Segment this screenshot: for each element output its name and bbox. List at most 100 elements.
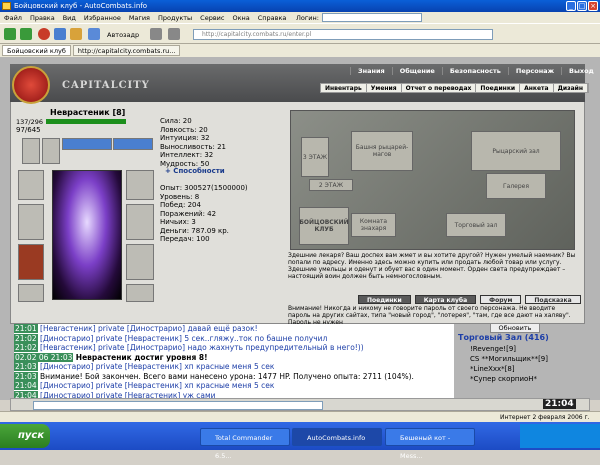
menu-file[interactable]: Файл <box>4 14 22 22</box>
list-item[interactable]: !Revenge![9] <box>470 344 585 354</box>
refresh-button[interactable]: Обновить <box>490 323 540 333</box>
club-map: 3 ЭТАЖ Башня рыцарей-магов Рыцарский зал… <box>290 110 575 250</box>
stat-agility: Ловкость: 20 <box>160 125 208 134</box>
room-mage-tower[interactable]: Башня рыцарей-магов <box>351 131 413 171</box>
autofill-button[interactable]: Автозадр <box>107 31 139 39</box>
app-icon <box>2 2 11 10</box>
list-item[interactable]: CS **Могильщик**[9] <box>470 354 585 364</box>
menu-windows[interactable]: Окна <box>232 14 249 22</box>
back-icon[interactable] <box>4 28 16 40</box>
belt-slot[interactable] <box>18 284 44 302</box>
stats-list: Сила: 20 Ловкость: 20 Интуиция: 32 Вынос… <box>160 117 226 168</box>
zone-label: Интернет 2 февраля 2006 г. <box>500 414 590 421</box>
chat-input[interactable] <box>33 401 323 410</box>
task-total-commander[interactable]: Total Commander 6.5... <box>200 428 290 460</box>
chat-line: 21:02 [Диностарио] private [Неврастеник]… <box>14 333 328 343</box>
nav-character[interactable]: Персонаж <box>507 67 561 75</box>
room-fight-club[interactable]: БОЙЦОВСКИЙ КЛУБ <box>299 207 349 245</box>
room-gallery[interactable]: Галерея <box>486 173 546 199</box>
print-icon[interactable] <box>150 28 162 40</box>
subnav-design[interactable]: Дизайн <box>554 84 589 92</box>
menu-edit[interactable]: Правка <box>30 14 55 22</box>
armor-slot[interactable] <box>18 204 44 240</box>
room-knights-hall[interactable]: Рыцарский зал <box>471 131 561 171</box>
minimize-button[interactable]: _ <box>566 1 576 11</box>
room-trade-hall[interactable]: Торговый зал <box>446 213 506 237</box>
nav-exit[interactable]: Выход <box>561 67 600 75</box>
nav-chat[interactable]: Общение <box>391 67 442 75</box>
subnav-fights[interactable]: Поединки <box>476 84 521 92</box>
user-list: !Revenge![9] CS **Могильщик**[9] *LineXx… <box>470 344 585 384</box>
helmet-slot[interactable] <box>22 138 40 164</box>
subnav-skills[interactable]: Умения <box>367 84 402 92</box>
boots-slot[interactable] <box>126 284 154 302</box>
task-autocombats[interactable]: AutoCombats.info <box>292 428 382 446</box>
subnav-transfers[interactable]: Отчет о переводах <box>402 84 477 92</box>
menu-tools[interactable]: Сервис <box>200 14 224 22</box>
chat-input-bar <box>10 398 590 411</box>
stat-losses: Поражений: 42 <box>160 209 217 218</box>
menu-favorites[interactable]: Избранное <box>84 14 121 22</box>
spell-slot[interactable] <box>62 138 112 150</box>
home-icon[interactable] <box>70 28 82 40</box>
stat-experience: Опыт: 300527(1500000) <box>160 184 248 192</box>
stat-wins: Побед: 204 <box>160 201 201 209</box>
nav-knowledge[interactable]: Знания <box>350 67 392 75</box>
chat-log[interactable]: 21:01 [Невrастеник] private [Динострарио… <box>14 324 454 400</box>
pants-slot[interactable] <box>126 244 154 280</box>
site-brand: CAPITALCITY <box>62 80 150 91</box>
character-avatar[interactable] <box>52 170 122 300</box>
menu-magic[interactable]: Магия <box>129 14 150 22</box>
mana-bar: 97/645 <box>16 126 126 134</box>
start-button[interactable]: пуск <box>0 424 50 448</box>
shield-slot[interactable] <box>126 204 154 240</box>
room-3rd-floor[interactable]: 3 ЭТАЖ <box>301 137 329 177</box>
tab-fight-club[interactable]: Бойцовский клуб <box>2 45 71 56</box>
forward-icon[interactable] <box>20 28 32 40</box>
stat-level: Уровень: 8 <box>160 192 200 201</box>
subnav-profile[interactable]: Анкета <box>520 84 554 92</box>
close-button[interactable]: × <box>588 1 598 11</box>
stat-intuition: Интуиция: 32 <box>160 134 210 142</box>
spell-slot-2[interactable] <box>113 138 153 150</box>
nav-security[interactable]: Безопасность <box>441 67 508 75</box>
menu-help[interactable]: Справка <box>258 14 287 22</box>
favorites-icon[interactable] <box>88 28 100 40</box>
hp-value: 137/296 <box>16 118 44 126</box>
room-2nd-floor[interactable]: 2 ЭТАЖ <box>309 179 353 191</box>
weapon-slot[interactable] <box>18 170 44 200</box>
hint-button[interactable]: Подсказка <box>525 295 581 304</box>
menu-products[interactable]: Продукты <box>158 14 192 22</box>
abilities-link[interactable]: + Способности <box>165 167 225 175</box>
task-messenger[interactable]: Бешеный кот - Mess... <box>385 428 475 460</box>
maximize-button[interactable]: □ <box>577 1 587 11</box>
stat-strength: Сила: 20 <box>160 117 192 125</box>
sub-nav: Инвентарь Умения Отчет о переводах Поеди… <box>320 83 590 93</box>
character-name[interactable]: Неврастеник [8] <box>50 108 125 117</box>
refresh-icon[interactable] <box>54 28 66 40</box>
subnav-inventory[interactable]: Инвентарь <box>321 84 367 92</box>
club-map-button[interactable]: Карта клуба <box>414 295 477 304</box>
system-tray <box>520 424 600 448</box>
chat-line: 21:04 [Диностарио] private [Неврастеник]… <box>14 381 275 390</box>
list-item[interactable]: *LineXxx*[8] <box>470 364 585 374</box>
logo-icon <box>12 66 50 104</box>
room-healer[interactable]: Комната знахаря <box>351 213 396 237</box>
address-bar[interactable]: http://capitalcity.combats.ru/enter.pl <box>193 29 493 40</box>
stat-transfers: Передач: 100 <box>160 235 210 243</box>
amulet-slot[interactable] <box>42 138 60 164</box>
list-item[interactable]: *Супер скорпиоН* <box>470 374 585 384</box>
cloak-slot[interactable] <box>18 244 44 280</box>
browser-toolbar: Автозадр http://capitalcity.combats.ru/e… <box>0 23 600 44</box>
login-label: Логин: <box>296 13 319 22</box>
stop-icon[interactable] <box>38 28 50 40</box>
fights-button[interactable]: Поединки <box>358 295 411 304</box>
tab-capitalcity[interactable]: http://capitalcity.combats.ru... <box>72 45 181 56</box>
menu-view[interactable]: Вид <box>63 14 76 22</box>
mail-icon[interactable] <box>168 28 180 40</box>
gloves-slot[interactable] <box>126 170 154 200</box>
login-input[interactable] <box>321 13 422 22</box>
hp-bar: 137/296 <box>16 118 126 126</box>
chat-line: 21:02 [Невrастеник] private [Динострарио… <box>14 343 364 352</box>
forum-button[interactable]: Форум <box>480 295 522 304</box>
